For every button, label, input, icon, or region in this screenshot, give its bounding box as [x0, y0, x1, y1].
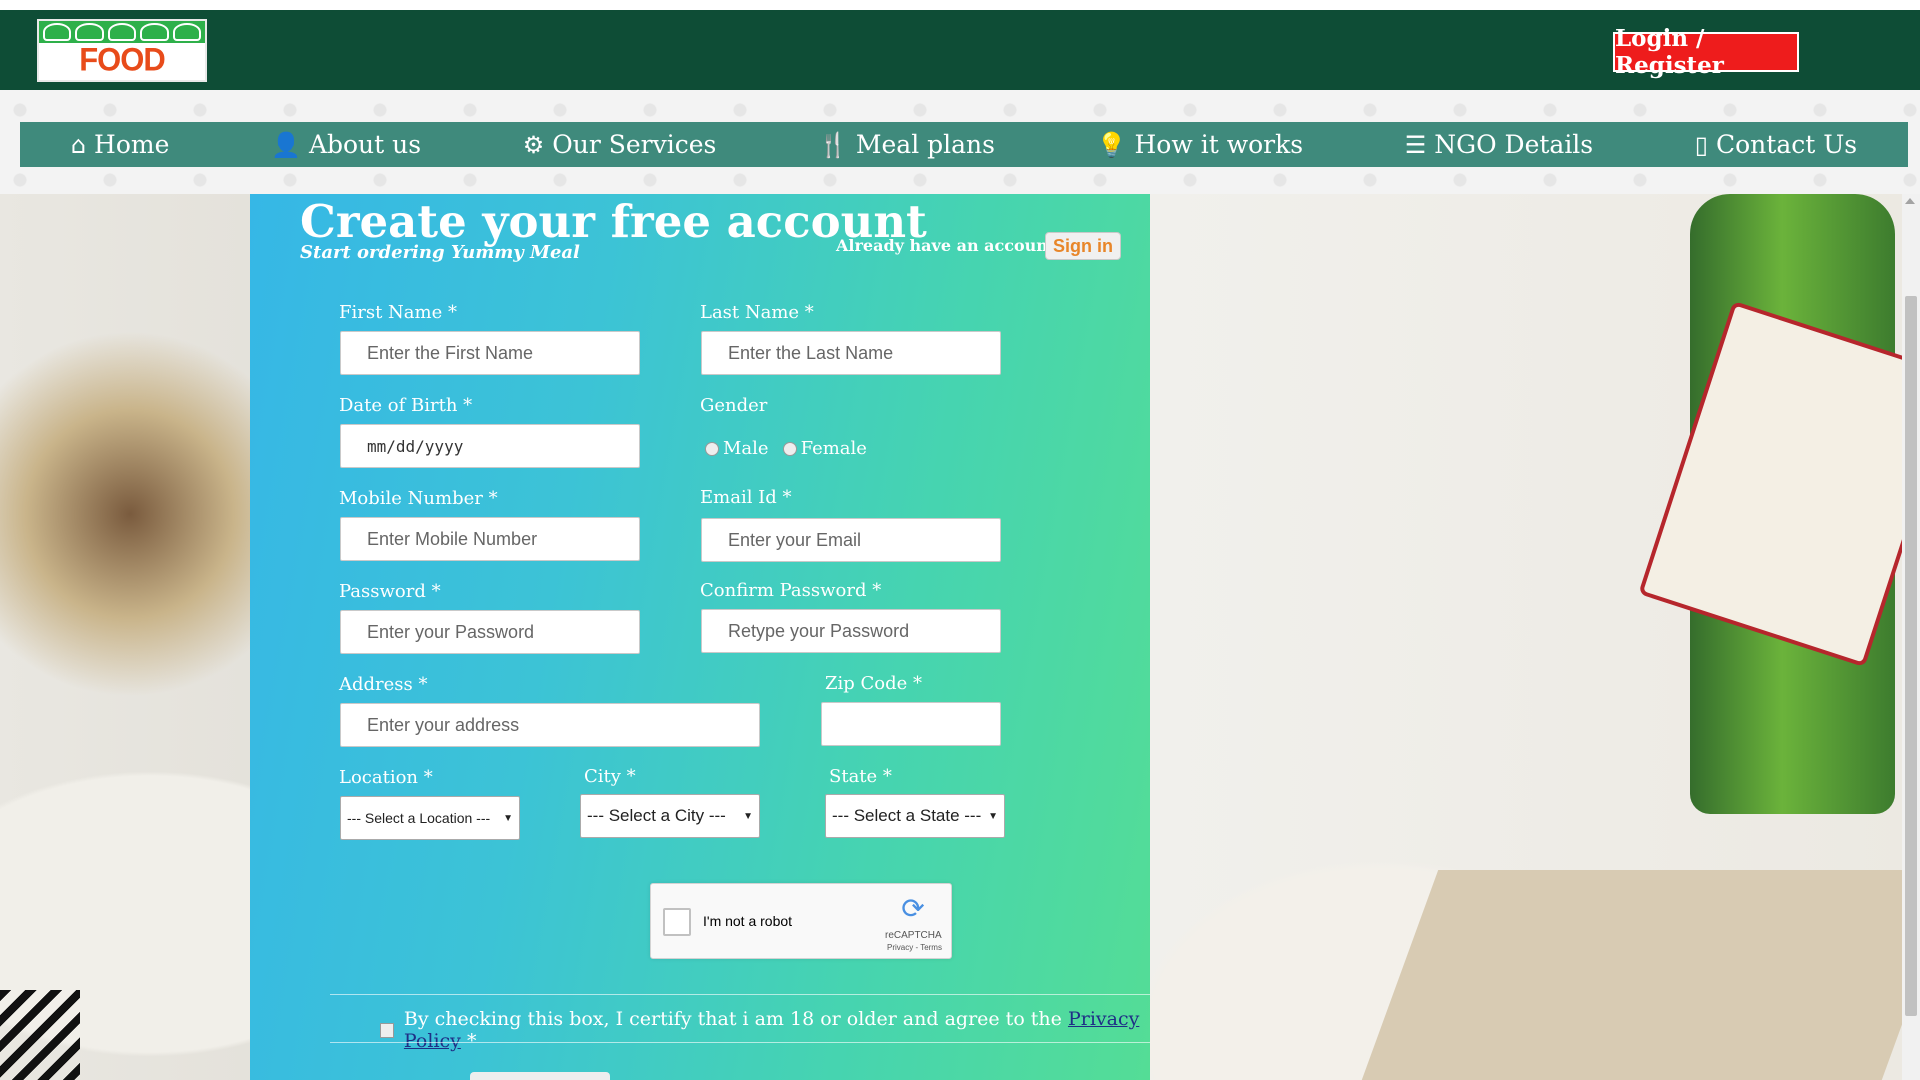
confirm-password-field[interactable]	[701, 609, 1001, 653]
nav-item-ngo-details[interactable]: ☰ NGO Details	[1405, 130, 1593, 159]
location-selected-value: --- Select a Location ---	[347, 810, 491, 826]
food-factory-logo[interactable]: FOOD FACTORY	[37, 19, 207, 82]
nav-item-label: Home	[94, 130, 170, 159]
city-select[interactable]: --- Select a City --- ▼	[580, 794, 760, 838]
nav-item-how-it-works[interactable]: 💡 How it works	[1097, 130, 1303, 159]
form-subtitle: Start ordering Yummy Meal	[300, 242, 580, 263]
list-icon: ☰	[1404, 130, 1427, 159]
location-label: Location *	[339, 767, 433, 788]
gender-female-label: Female	[800, 438, 867, 459]
nav-item-label: Meal plans	[855, 130, 995, 159]
home-icon: ⌂	[70, 130, 87, 159]
mobile-field[interactable]	[340, 517, 640, 561]
nav-item-label: Contact Us	[1716, 130, 1858, 159]
cutlery-icon: 🍴	[818, 130, 848, 159]
scroll-up-arrow-icon[interactable]	[1905, 198, 1915, 204]
already-have-account-text: Already have an account?	[836, 236, 1065, 255]
state-select[interactable]: --- Select a State --- ▼	[825, 794, 1005, 838]
zip-code-field[interactable]	[821, 702, 1001, 746]
recaptcha-privacy-terms-link[interactable]: Privacy - Terms	[887, 943, 942, 952]
recaptcha-label: I'm not a robot	[703, 913, 793, 929]
top-strip	[0, 0, 1920, 10]
radio-circle[interactable]	[705, 441, 719, 456]
nav-item-label: About us	[308, 130, 422, 159]
recaptcha-checkbox[interactable]	[663, 908, 691, 936]
mobile-icon: ▯	[1694, 130, 1708, 159]
lightbulb-icon: 💡	[1096, 130, 1127, 159]
dropdown-arrow-icon: ▼	[743, 810, 753, 822]
first-name-field[interactable]	[340, 331, 640, 375]
address-field[interactable]	[340, 703, 760, 747]
city-selected-value: --- Select a City ---	[587, 806, 726, 825]
sign-in-button[interactable]: Sign in	[1045, 232, 1121, 260]
gender-label: Gender	[700, 395, 768, 416]
gender-female-radio[interactable]: Female	[782, 438, 867, 459]
password-field[interactable]	[340, 610, 640, 654]
nav-item-contact[interactable]: ▯ Contact Us	[1695, 130, 1857, 159]
divider-bottom	[330, 1042, 1150, 1043]
signup-form-panel: Create your free account Start ordering …	[250, 194, 1150, 1080]
nav-item-about[interactable]: 👤 About us	[271, 130, 421, 159]
dropdown-arrow-icon: ▼	[988, 810, 998, 822]
nav-item-label: Our Services	[552, 130, 717, 159]
logo-text: FOOD FACTORY	[52, 41, 192, 80]
location-select[interactable]: --- Select a Location --- ▼	[340, 796, 520, 840]
required-asterisk: *	[466, 1030, 477, 1052]
napkin-image	[1361, 870, 1920, 1080]
city-label: City *	[584, 766, 636, 787]
nav-item-services[interactable]: ⚙ Our Services	[523, 130, 717, 159]
gear-icon: ⚙	[522, 130, 545, 159]
nav-item-label: How it works	[1134, 130, 1304, 159]
divider-top	[330, 994, 1150, 995]
address-label: Address *	[339, 674, 428, 695]
confirm-password-label: Confirm Password *	[700, 580, 882, 601]
main-nav: ⌂ Home 👤 About us ⚙ Our Services 🍴 Meal …	[20, 122, 1908, 167]
last-name-label: Last Name *	[700, 302, 814, 323]
email-field[interactable]	[701, 518, 1001, 562]
state-label: State *	[829, 766, 892, 787]
last-name-field[interactable]	[701, 331, 1001, 375]
age-consent-text: By checking this box, I certify that i a…	[404, 1008, 1150, 1052]
radio-circle[interactable]	[782, 441, 797, 456]
gender-male-label: Male	[723, 438, 769, 459]
login-register-button[interactable]: Login / Register	[1613, 25, 1799, 79]
first-name-label: First Name *	[339, 302, 457, 323]
scrollbar-thumb[interactable]	[1905, 296, 1917, 1016]
mobile-label: Mobile Number *	[339, 488, 498, 509]
site-header: FOOD FACTORY Login / Register	[0, 10, 1920, 90]
recaptcha-brand: reCAPTCHA	[885, 930, 942, 941]
recaptcha-widget: I'm not a robot ⟳ reCAPTCHA Privacy - Te…	[650, 883, 952, 959]
zip-code-label: Zip Code *	[825, 673, 923, 694]
state-selected-value: --- Select a State ---	[832, 806, 982, 825]
age-consent-row: By checking this box, I certify that i a…	[380, 1008, 1150, 1052]
age-consent-checkbox[interactable]	[380, 1022, 394, 1038]
dropdown-arrow-icon: ▼	[503, 812, 513, 824]
logo-food-illustration	[39, 21, 205, 43]
dob-value: mm/dd/yyyy	[367, 436, 464, 456]
gender-radio-group: Male Female	[705, 438, 867, 459]
nav-item-label: NGO Details	[1434, 130, 1594, 159]
email-label: Email Id *	[700, 487, 792, 508]
nav-item-meal-plans[interactable]: 🍴 Meal plans	[818, 130, 995, 159]
recaptcha-logo-icon: ⟳	[901, 893, 925, 924]
fork-image	[0, 990, 80, 1080]
dob-field[interactable]: mm/dd/yyyy	[340, 424, 640, 468]
gender-male-radio[interactable]: Male	[705, 438, 769, 459]
dob-label: Date of Birth *	[339, 395, 473, 416]
nav-item-home[interactable]: ⌂ Home	[71, 130, 170, 159]
submit-button[interactable]	[470, 1072, 610, 1080]
age-consent-label: By checking this box, I certify that i a…	[403, 1008, 1062, 1030]
password-label: Password *	[339, 581, 441, 602]
user-icon: 👤	[271, 130, 301, 159]
